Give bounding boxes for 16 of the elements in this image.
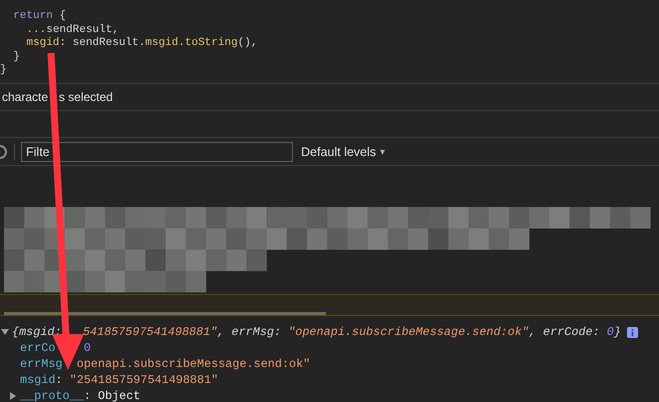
property-row: msgid: "2541857597541498881"	[20, 372, 218, 388]
property-row: errMsg openapi.subscribeMessage.send:ok"	[20, 356, 310, 372]
expand-triangle-icon[interactable]	[9, 392, 17, 400]
code-line: }	[12, 50, 20, 64]
clear-console-icon[interactable]	[0, 144, 8, 158]
selection-status: characte s selected	[2, 90, 113, 104]
code-line: return {	[12, 10, 66, 24]
property-row: __proto__: Object	[20, 388, 140, 402]
expand-triangle-icon[interactable]	[1, 328, 9, 336]
property-row: errCo 0	[20, 340, 91, 356]
code-line: msgid: sendResult.msgid.toString(),	[25, 37, 258, 50]
log-levels-dropdown[interactable]: Default levels ▾	[301, 144, 386, 158]
filter-field[interactable]: Filte	[21, 142, 293, 162]
info-icon[interactable]	[626, 326, 638, 338]
code-line: ...sendResult,	[25, 24, 119, 37]
code-line: }	[0, 64, 7, 78]
